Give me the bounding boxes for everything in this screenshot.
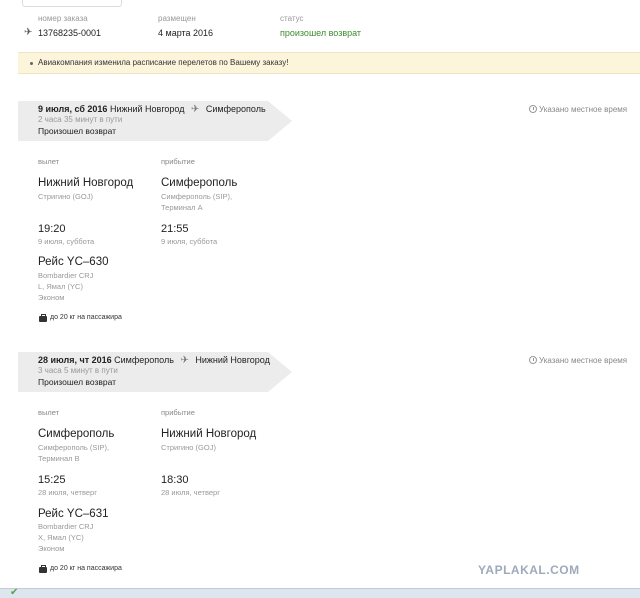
watermark: YAPLAKAL.COM [478, 563, 580, 577]
departure-terminal: Терминал B [38, 454, 80, 463]
departure-airport: Симферополь (SIP), [38, 443, 110, 452]
arrival-date: 9 июля, суббота [161, 237, 218, 246]
segment-to: Симферополь [205, 104, 266, 114]
order-summary: ✈ номер заказа 13768235-0001 размещен 4 … [0, 10, 640, 46]
segment-date: 9 июля, сб 2016 [38, 104, 108, 114]
departure-date: 28 июля, четверг [38, 488, 97, 497]
order-number: 13768235-0001 [38, 28, 102, 38]
segment-duration: 2 часа 35 минут в пути [38, 115, 123, 124]
departure-airport: Стригино (GOJ) [38, 192, 93, 201]
fare-class: X, Ямал (YC) [38, 533, 84, 542]
cabin-class: Эконом [38, 544, 65, 553]
cabin-class: Эконом [38, 293, 65, 302]
schedule-change-notice: Авиакомпания изменила расписание перелет… [18, 52, 640, 74]
order-placed-label: размещен [158, 14, 196, 23]
fare-class: L, Ямал (YC) [38, 282, 83, 291]
arrival-time: 18:30 [161, 474, 189, 486]
flight-number: Рейс YC–630 [38, 256, 109, 268]
segment-duration: 3 часа 5 минут в пути [38, 366, 118, 375]
segment-from: Нижний Новгород [109, 104, 185, 114]
segment-status: Произошел возврат [38, 126, 117, 136]
departure-time: 19:20 [38, 223, 66, 235]
notice-text: Авиакомпания изменила расписание перелет… [38, 58, 289, 67]
order-number-label: номер заказа [38, 14, 88, 23]
baggage-allowance[interactable]: до 20 кг на пассажира [50, 565, 122, 572]
bullet-icon [30, 62, 33, 65]
departure-label: вылет [38, 157, 60, 166]
segment-to: Нижний Новгород [195, 355, 270, 365]
baggage-icon [39, 314, 47, 322]
segment-route: 9 июля, сб 2016 Нижний Новгород ✈ Симфер… [38, 104, 266, 115]
arrival-airport: Стригино (GOJ) [161, 443, 216, 452]
plane-icon: ✈ [24, 27, 33, 38]
segment-header: 28 июля, чт 2016 Симферополь ✈ Нижний Но… [18, 352, 640, 392]
order-status-label: статус [280, 14, 304, 23]
segment-details: вылет прибытие Нижний Новгород Стригино … [18, 157, 640, 335]
departure-label: вылет [38, 408, 60, 417]
arrival-label: прибытие [161, 408, 195, 417]
flight-number: Рейс YC–631 [38, 508, 109, 520]
arrival-label: прибытие [161, 157, 195, 166]
clock-icon [529, 105, 537, 113]
top-tab-ghost [22, 0, 122, 7]
local-time-note: Указано местное время [539, 356, 628, 365]
arrival-date: 28 июля, четверг [161, 488, 220, 497]
order-status: произошел возврат [280, 28, 362, 38]
segment-route: 28 июля, чт 2016 Симферополь ✈ Нижний Но… [38, 355, 270, 366]
segment-date: 28 июля, чт 2016 [38, 355, 112, 365]
clock-icon [529, 356, 537, 364]
departure-date: 9 июля, суббота [38, 237, 95, 246]
aircraft-type: Bombardier CRJ [38, 271, 94, 280]
segment-header-arrow [268, 352, 292, 392]
departure-time: 15:25 [38, 474, 66, 486]
arrival-time: 21:55 [161, 223, 189, 235]
check-icon[interactable]: ✔ [10, 587, 18, 598]
arrival-airport: Симферополь (SIP), [161, 192, 233, 201]
segment-details: вылет прибытие Симферополь Симферополь (… [18, 408, 640, 586]
baggage-icon [39, 565, 47, 573]
arrival-city: Нижний Новгород [161, 428, 257, 440]
arrival-terminal: Терминал A [161, 203, 203, 212]
segment-header: 9 июля, сб 2016 Нижний Новгород ✈ Симфер… [18, 101, 640, 141]
departure-city: Нижний Новгород [38, 177, 134, 189]
plane-icon: ✈ [191, 104, 200, 115]
aircraft-type: Bombardier CRJ [38, 522, 94, 531]
segment-status: Произошел возврат [38, 377, 117, 387]
segment-from: Симферополь [114, 355, 174, 365]
baggage-allowance[interactable]: до 20 кг на пассажира [50, 314, 122, 321]
segment-header-arrow [268, 101, 292, 141]
plane-icon: ✈ [180, 355, 189, 366]
departure-city: Симферополь [38, 428, 115, 440]
arrival-city: Симферополь [161, 177, 238, 189]
local-time-note: Указано местное время [539, 105, 628, 114]
bottom-bar: ✔ [0, 587, 640, 598]
order-placed-date: 4 марта 2016 [158, 28, 214, 38]
